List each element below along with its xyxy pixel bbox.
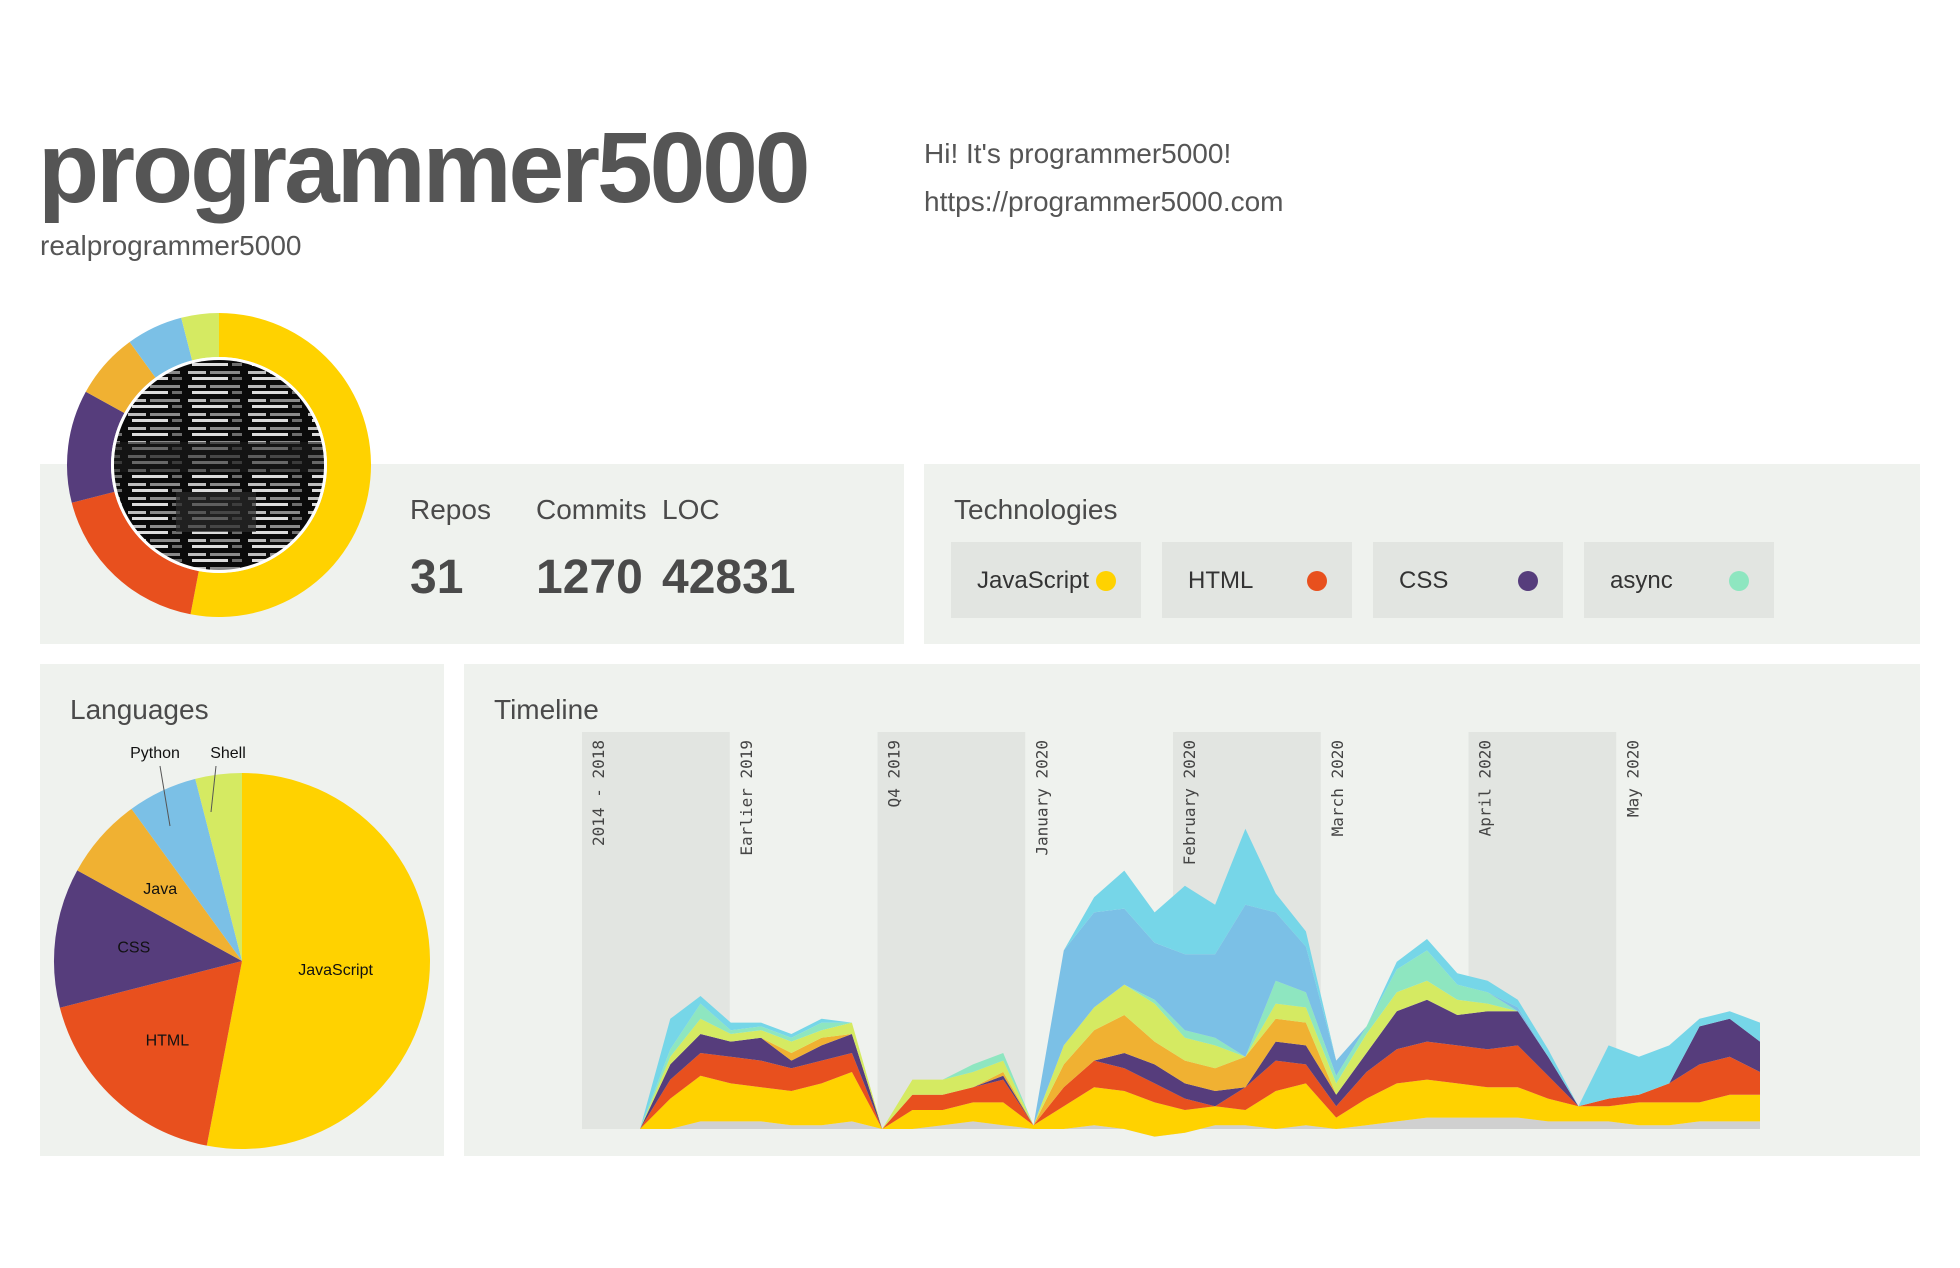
pie-label-python: Python [130, 745, 180, 762]
tech-color-dot [1729, 571, 1749, 591]
profile-bio: Hi! It's programmer5000! [924, 138, 1232, 169]
technologies-panel: Technologies JavaScript HTML CSS async [924, 464, 1920, 644]
timeline-period-label: April 2020 [1476, 740, 1495, 836]
tech-chip-label: HTML [1188, 567, 1254, 594]
stat-loc-label: LOC [662, 494, 720, 525]
languages-panel: Languages JavaScript HTML CSS Java Python She… [40, 664, 444, 1156]
profile-handle: realprogrammer5000 [40, 230, 302, 261]
stat-commits-value: 1270 [536, 551, 643, 604]
timeline-period-label: January 2020 [1032, 740, 1051, 856]
timeline-period-label: Q4 2019 [885, 740, 904, 807]
pie-label-javascript: JavaScript [298, 962, 373, 979]
technologies-title: Technologies [954, 494, 1118, 525]
stat-repos-value: 31 [410, 551, 464, 604]
timeline-panel: Timeline 2014 - 2018 Earlier 2019 Q4 2019 J… [464, 664, 1920, 1156]
avatar [67, 313, 372, 617]
stat-loc-value: 42831 [662, 551, 796, 604]
tech-color-dot [1518, 571, 1538, 591]
stat-commits-label: Commits [536, 494, 647, 525]
tech-chip-label: CSS [1399, 567, 1449, 594]
tech-chip-html[interactable]: HTML [1162, 542, 1352, 618]
languages-pie-chart: JavaScript HTML CSS Java Python Shell [54, 745, 431, 1149]
pie-label-css: CSS [117, 939, 150, 956]
pie-label-java: Java [143, 881, 177, 898]
tech-chip-css[interactable]: CSS [1373, 542, 1563, 618]
tech-chip-async[interactable]: async [1584, 542, 1774, 618]
timeline-period-label: 2014 - 2018 [589, 740, 608, 846]
timeline-period-label: March 2020 [1328, 740, 1347, 836]
timeline-period-label: May 2020 [1623, 740, 1642, 817]
tech-color-dot [1096, 571, 1116, 591]
tech-chip-label: async [1610, 567, 1673, 594]
profile-name: programmer5000 [38, 112, 811, 224]
pie-label-shell: Shell [210, 745, 246, 762]
timeline-period-label: Earlier 2019 [737, 740, 756, 856]
tech-chip-label: JavaScript [977, 567, 1090, 594]
stat-repos-label: Repos [410, 494, 491, 525]
pie-label-html: HTML [146, 1032, 190, 1049]
timeline-period-label: February 2020 [1180, 740, 1199, 865]
avatar-image [114, 360, 324, 570]
tech-chip-javascript[interactable]: JavaScript [951, 542, 1141, 618]
timeline-chart: 2014 - 2018 Earlier 2019 Q4 2019 January 20… [582, 732, 1760, 1137]
profile-website-link[interactable]: https://programmer5000.com [924, 186, 1284, 218]
tech-color-dot [1307, 571, 1327, 591]
